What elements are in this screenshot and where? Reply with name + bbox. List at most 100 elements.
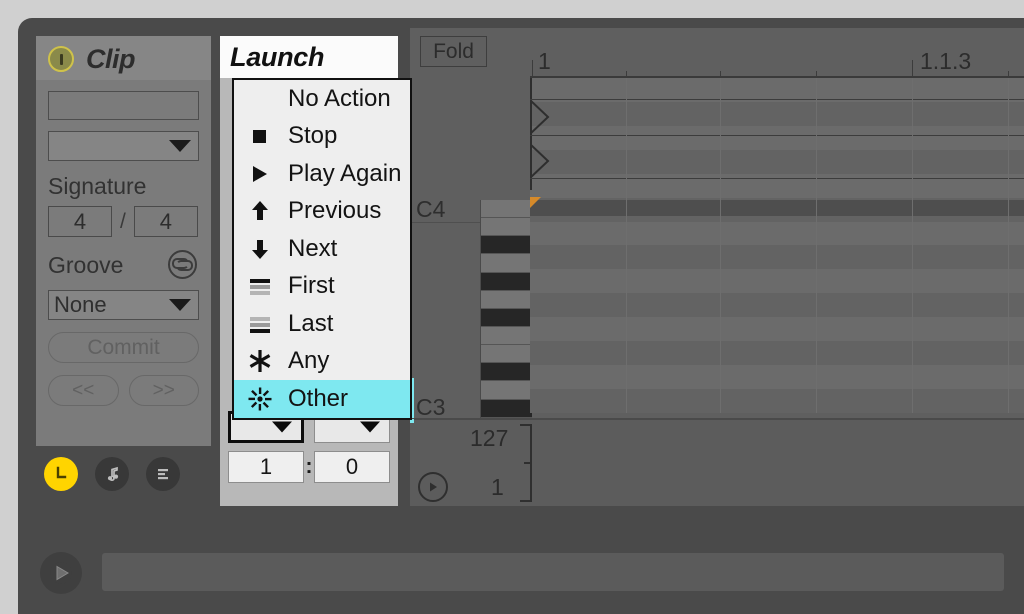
groove-nav-row: << >> [48,363,199,407]
grid-row[interactable] [530,245,1024,270]
groove-value: None [54,292,107,318]
velocity-range-bracket-tick [524,462,532,464]
play-icon[interactable] [40,552,82,594]
groove-select[interactable]: None [48,290,199,321]
groove-prev-button[interactable]: << [48,375,119,407]
key-label-c3: C3 [416,394,446,420]
launch-menu-item-play-again[interactable]: Play Again [234,155,410,193]
piano-key[interactable] [481,345,532,364]
clip-color-select[interactable] [48,131,199,161]
piano-key[interactable] [481,381,532,400]
signature-numerator-input[interactable]: 4 [48,206,112,238]
grid-row[interactable] [530,317,1024,342]
grid-beat-line [720,78,721,413]
piano-key[interactable] [481,326,532,346]
groove-next-button[interactable]: >> [128,375,199,407]
follow-time-bars-input[interactable]: 1 [228,451,304,483]
clip-panel-body: Signature 4 / 4 Groove None Commit << >> [36,91,211,407]
piano-key[interactable] [481,218,532,237]
grid-row[interactable] [530,388,1024,413]
commit-button[interactable]: Commit [48,332,199,364]
ruler-label: 1.1.3 [920,48,972,74]
grid-beat-line [1008,78,1009,413]
grid-divider-band [530,200,1024,216]
piano-key[interactable] [481,399,532,418]
launch-menu-item-last[interactable]: Last [234,305,410,343]
loop-start-chevron-icon [530,100,550,134]
grid-row[interactable] [530,365,1024,389]
grid-row[interactable] [530,293,1024,318]
piano-key[interactable] [481,236,532,255]
velocity-lane[interactable]: 127 1 [410,418,1024,506]
grid-row[interactable] [530,125,1024,150]
velocity-selection-marker [410,419,414,423]
piano-key[interactable] [481,308,532,327]
status-bar[interactable] [96,547,1010,597]
launch-menu-item-stop[interactable]: Stop [234,118,410,156]
launch-menu-item-any[interactable]: Any [234,343,410,381]
midi-note-editor: Fold C4 C3 1 1.1.3 127 1 [410,28,1024,506]
launch-panel-title: Launch [230,41,325,72]
launch-menu-item-other[interactable]: Other [234,380,410,418]
signature-separator: / [120,209,126,233]
follow-time-beats-input[interactable]: 0 [314,451,390,483]
notes-mode-button[interactable] [95,457,129,491]
arrow-down-icon [247,236,273,262]
envelopes-mode-button[interactable] [146,457,180,491]
piano-key[interactable] [481,254,532,273]
piano-key[interactable] [481,272,532,291]
follow-action-time-row: 1 : 0 [228,451,390,483]
piano-keys-strip[interactable] [480,200,532,436]
launch-menu-item-no-action[interactable]: No Action [234,80,410,118]
grid-beat-line [912,78,913,413]
launch-mode-button[interactable] [44,457,78,491]
clip-name-input[interactable] [48,91,199,120]
ruler-major-tick [532,60,533,76]
launch-l-icon [56,466,67,479]
grid-row[interactable] [530,341,1024,366]
asterisk-icon [247,348,273,374]
stop-square-icon [247,123,273,149]
grid-row[interactable] [530,221,1024,246]
piano-key[interactable] [481,200,532,219]
envelope-e-icon [158,469,168,480]
chevron-down-icon [272,421,292,433]
launch-menu-item-previous[interactable]: Previous [234,193,410,231]
key-label-c4: C4 [416,196,446,222]
signature-denominator-input[interactable]: 4 [133,206,198,238]
chevron-down-icon [169,299,191,312]
grid-row[interactable] [530,269,1024,294]
clip-mode-buttons [44,457,180,491]
first-bars-icon [247,273,273,299]
starburst-icon [247,386,273,412]
fold-button[interactable]: Fold [420,36,487,67]
grid-row[interactable] [530,149,1024,174]
velocity-max-value: 127 [470,425,509,451]
groove-row: Groove [48,250,199,280]
none-icon [247,86,273,112]
clip-panel-header: Clip [36,36,211,80]
transport-bar [18,530,1024,614]
playhead-marker [530,197,541,208]
launch-menu-item-first[interactable]: First [234,268,410,306]
launch-mode-dropdown-menu[interactable]: No Action Stop Play Again Previous Next First… [232,78,412,420]
velocity-min-value: 1 [491,474,504,500]
arrow-up-icon [247,198,273,224]
grid-row[interactable] [530,101,1024,126]
time-ruler[interactable]: 1 1.1.3 [530,28,1024,78]
clip-panel: Clip Signature 4 / 4 Groove None Commit … [36,36,211,446]
piano-key[interactable] [481,290,532,309]
signature-label: Signature [48,173,147,199]
ruler-label: 1 [538,48,551,74]
launch-menu-item-next[interactable]: Next [234,230,410,268]
groove-cycle-icon[interactable] [168,250,197,280]
piano-key[interactable] [481,363,532,382]
grid-beat-line [626,78,627,413]
last-bars-icon [247,311,273,337]
chevron-down-icon [169,140,191,152]
power-toggle-icon[interactable] [48,46,74,72]
loop-end-chevron-icon [530,144,550,178]
note-grid[interactable] [530,78,1024,413]
clip-panel-title: Clip [86,44,136,74]
preview-play-icon[interactable] [418,472,448,502]
